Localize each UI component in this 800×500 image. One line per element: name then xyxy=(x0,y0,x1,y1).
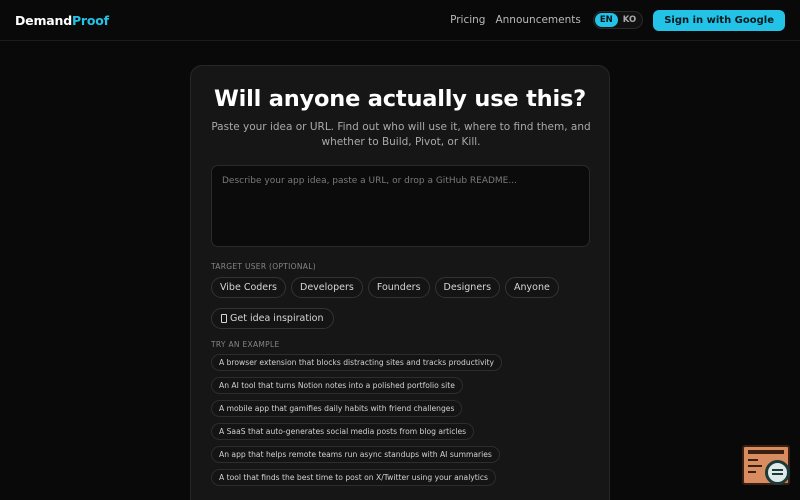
feedback-widget-button[interactable] xyxy=(742,445,790,485)
example-item[interactable]: A tool that finds the best time to post … xyxy=(211,469,497,486)
lang-ko[interactable]: KO xyxy=(618,13,641,27)
target-user-label: TARGET USER (OPTIONAL) xyxy=(211,262,316,271)
widget-line xyxy=(748,459,758,461)
example-item[interactable]: A SaaS that auto-generates social media … xyxy=(211,423,475,440)
widget-line xyxy=(748,471,756,473)
magnifier-line xyxy=(772,473,783,475)
nav-announcements[interactable]: Announcements xyxy=(495,14,580,26)
widget-title-bar xyxy=(748,450,784,454)
language-toggle: EN KO xyxy=(592,11,644,29)
example-item[interactable]: An app that helps remote teams run async… xyxy=(211,446,500,463)
widget-line xyxy=(748,465,762,467)
target-user-chips: Vibe Coders Developers Founders Designer… xyxy=(211,277,564,298)
lightbulb-icon xyxy=(221,314,227,323)
magnifier-line xyxy=(772,469,783,471)
magnifier-icon xyxy=(765,460,790,485)
idea-input[interactable] xyxy=(211,165,590,247)
inspiration-label: Get idea inspiration xyxy=(230,313,324,324)
nav-links: Pricing Announcements EN KO Sign in with… xyxy=(450,9,785,31)
page-subtitle: Paste your idea or URL. Find out who wil… xyxy=(211,121,591,148)
sign-in-google-button[interactable]: Sign in with Google xyxy=(653,9,785,31)
logo-text-demand: Demand xyxy=(15,12,72,28)
idea-card: Will anyone actually use this? Paste you… xyxy=(190,65,610,500)
example-item[interactable]: A mobile app that gamifies daily habits … xyxy=(211,400,463,417)
example-item[interactable]: An AI tool that turns Notion notes into … xyxy=(211,377,463,394)
chip-founders[interactable]: Founders xyxy=(367,277,430,298)
chip-developers[interactable]: Developers xyxy=(291,277,363,298)
nav-pricing[interactable]: Pricing xyxy=(450,14,485,26)
lang-en[interactable]: EN xyxy=(594,13,618,27)
chip-vibe-coders[interactable]: Vibe Coders xyxy=(211,277,286,298)
logo-text-proof: Proof xyxy=(71,12,109,28)
chip-anyone[interactable]: Anyone xyxy=(505,277,559,298)
examples-label: TRY AN EXAMPLE xyxy=(211,340,280,349)
idea-inspiration-button[interactable]: Get idea inspiration xyxy=(211,308,334,329)
example-item[interactable]: A browser extension that blocks distract… xyxy=(211,354,503,371)
page-title: Will anyone actually use this? xyxy=(213,86,587,112)
chip-designers[interactable]: Designers xyxy=(434,277,501,298)
brand-logo[interactable]: DemandProof xyxy=(15,13,109,28)
top-nav: DemandProof Pricing Announcements EN KO … xyxy=(0,0,800,41)
example-list: A browser extension that blocks distract… xyxy=(211,354,503,492)
